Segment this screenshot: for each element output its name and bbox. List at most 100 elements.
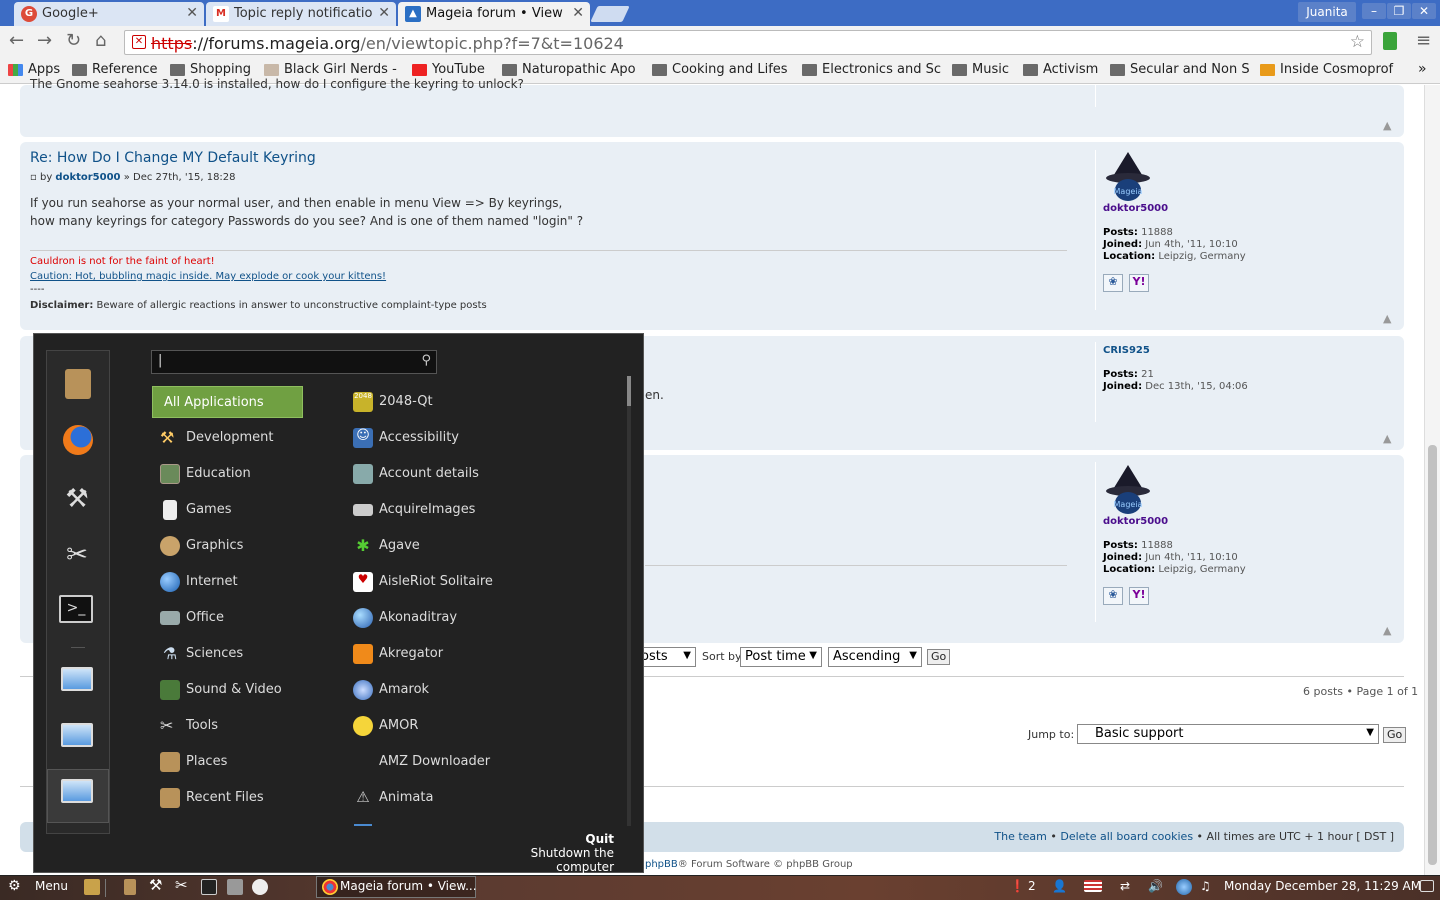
profile-username[interactable]: doktor5000 [1103,203,1168,214]
mixer-icon[interactable]: ♫ [1200,879,1211,893]
page-scrollbar[interactable] [1424,85,1440,875]
category-games[interactable]: Games [152,494,332,526]
app-amor[interactable]: AMOR [344,708,584,744]
yahoo-icon[interactable]: Y! [1129,587,1149,605]
jabber-icon[interactable]: ❀ [1103,587,1123,605]
clipboard-extension-icon[interactable] [1383,32,1397,50]
quit-button[interactable]: Quit Shutdown the computer [474,832,614,874]
terminal-icon[interactable]: >_ [59,595,93,623]
tools-icon[interactable]: ✂ [57,535,97,575]
bookmark-electronics[interactable]: Electronics and Sc [802,62,941,77]
home-icon[interactable]: ⌂ [95,30,106,51]
menu-search-input[interactable]: | ⚲ [151,350,437,374]
weather-icon[interactable] [252,879,268,895]
app-2048-qt[interactable]: 2048 2048-Qt [344,384,584,420]
bookmark-cooking[interactable]: Cooking and Lifes [652,62,788,77]
menu-scrollbar[interactable] [627,376,631,826]
team-link[interactable]: The team [994,830,1047,843]
chrome-menu-icon[interactable]: ≡ [1416,30,1431,51]
category-graphics[interactable]: Graphics [152,530,332,562]
delete-cookies-link[interactable]: Delete all board cookies [1060,830,1193,843]
tab-google-plus[interactable]: G Google+ ✕ [14,2,204,26]
menu-button[interactable]: Menu [35,879,68,893]
phpbb-link[interactable]: phpBB [645,859,678,870]
bookmark-music[interactable]: Music [952,62,1009,77]
back-to-top-icon[interactable]: ▲ [1383,119,1391,132]
close-tab-icon[interactable]: ✕ [572,5,584,21]
close-window-button[interactable]: ✕ [1412,3,1436,19]
bookmark-cosmoprof[interactable]: Inside Cosmoprof [1260,62,1393,77]
terminal-icon[interactable] [201,879,217,895]
back-to-top-icon[interactable]: ▲ [1383,432,1391,445]
file-manager-icon[interactable] [124,879,136,895]
bookmark-star-icon[interactable]: ☆ [1350,32,1365,52]
tools-icon[interactable]: ✂ [175,876,188,894]
computer-icon[interactable] [61,667,93,691]
bookmark-secular[interactable]: Secular and Non S [1110,62,1250,77]
us-flag-icon[interactable] [1084,880,1102,892]
jump-to-select[interactable]: Basic support ▼ [1077,724,1379,744]
category-education[interactable]: Education [152,458,332,490]
category-places[interactable]: Places [152,746,332,778]
avatar[interactable]: Mageia [1102,150,1154,202]
yahoo-icon[interactable]: Y! [1129,274,1149,292]
profile-username[interactable]: doktor5000 [1103,516,1168,527]
back-to-top-icon[interactable]: ▲ [1383,624,1391,637]
app-accessibility[interactable]: ☺ Accessibility [344,420,584,456]
clock[interactable]: Monday December 28, 11:29 AM [1224,879,1421,893]
scrollbar-thumb[interactable] [627,376,631,406]
sort-order-select[interactable]: Ascending ▼ [828,647,922,667]
volume-icon[interactable]: 🔊 [1148,879,1163,893]
category-sound-video[interactable]: Sound & Video [152,674,332,706]
jump-go-button[interactable]: Go [1383,727,1407,743]
sort-go-button[interactable]: Go [927,649,951,665]
back-icon[interactable]: ← [9,30,24,51]
more-bookmarks-button[interactable]: » [1418,61,1427,77]
app-akonaditray[interactable]: Akonaditray [344,600,584,636]
display-posts-select[interactable]: osts ▼ [636,647,696,667]
category-recent-files[interactable]: Recent Files [152,782,332,814]
post-author-link[interactable]: doktor5000 [55,172,120,183]
category-office[interactable]: Office [152,602,332,634]
category-all-applications[interactable]: All Applications [152,386,303,418]
close-tab-icon[interactable]: ✕ [378,5,390,21]
profile-button[interactable]: Juanita [1298,2,1356,22]
computer-icon[interactable] [61,779,93,803]
globe-icon[interactable] [1176,879,1192,895]
app-akregator[interactable]: Akregator [344,636,584,672]
scrollbar-thumb[interactable] [1428,445,1437,865]
app-aisleriot-solitaire[interactable]: ♥ AisleRiot Solitaire [344,564,584,600]
system-settings-icon[interactable]: ⚒ [57,479,97,519]
launcher-installer-icon[interactable] [84,879,100,895]
address-bar[interactable]: ✕ https://forums.mageia.org/en/viewtopic… [124,30,1372,55]
show-desktop-icon[interactable] [1420,880,1434,892]
profile-username[interactable]: CRIS925 [1103,345,1150,356]
bookmark-activism[interactable]: Activism [1023,62,1098,77]
category-tools[interactable]: ✂ Tools [152,710,332,742]
app-amz-downloader[interactable]: AMZ Downloader [344,744,584,780]
app-animata[interactable]: ⚠ Animata [344,780,584,816]
tab-gmail[interactable]: M Topic reply notificatio ✕ [206,2,396,26]
category-development[interactable]: ⚒ Development [152,422,332,454]
app-acquireimages[interactable]: AcquireImages [344,492,584,528]
firefox-icon[interactable] [63,425,93,455]
app-amarok[interactable]: Amarok [344,672,584,708]
maximize-button[interactable]: ❐ [1387,3,1411,19]
close-tab-icon[interactable]: ✕ [186,5,198,21]
app-agave[interactable]: ✱ Agave [344,528,584,564]
signature-link[interactable]: Caution: Hot, bubbling magic inside. May… [30,271,386,282]
category-sciences[interactable]: ⚗ Sciences [152,638,332,670]
notification-icon[interactable]: ❗ [1010,879,1025,893]
tab-mageia-forum[interactable]: ▲ Mageia forum • View ✕ [398,2,590,26]
jabber-icon[interactable]: ❀ [1103,274,1123,292]
file-manager-icon[interactable] [65,369,91,399]
user-icon[interactable]: 👤 [1052,879,1067,893]
back-to-top-icon[interactable]: ▲ [1383,312,1391,325]
forward-icon[interactable]: → [37,30,52,51]
sort-by-select[interactable]: Post time ▼ [740,647,822,667]
avatar[interactable]: Mageia [1102,463,1154,515]
system-settings-icon[interactable]: ⚒ [149,876,162,894]
minimize-button[interactable]: – [1362,3,1386,19]
app-account-details[interactable]: Account details [344,456,584,492]
reload-icon[interactable]: ↻ [66,30,81,51]
